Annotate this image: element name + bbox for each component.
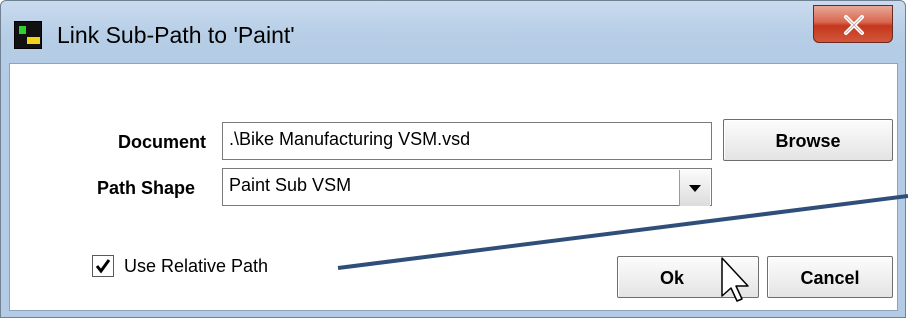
- annotation-line: [337, 194, 908, 270]
- mouse-pointer-icon: [721, 257, 749, 302]
- overlay: [337, 194, 908, 302]
